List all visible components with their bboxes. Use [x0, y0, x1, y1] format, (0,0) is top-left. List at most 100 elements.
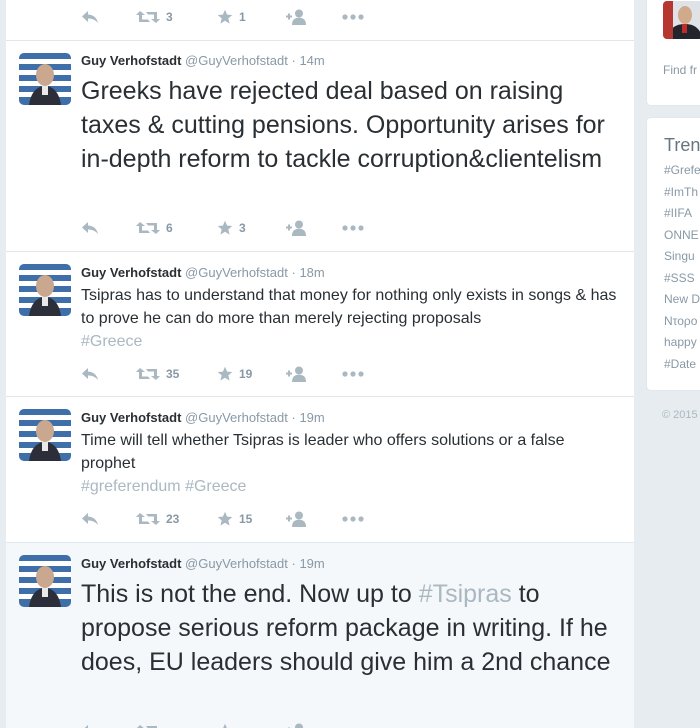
- trend-item[interactable]: #SSS: [664, 268, 700, 290]
- tweet-text: This is not the end. Now up to #Tsipras …: [81, 577, 622, 679]
- reply-button[interactable]: [81, 724, 136, 728]
- tweet-text-body: Time will tell whether Tsipras is leader…: [81, 432, 565, 472]
- reply-button[interactable]: [81, 10, 136, 24]
- author-handle[interactable]: @GuyVerhofstadt: [185, 53, 288, 68]
- tweet-header: Guy Verhofstadt @GuyVerhofstadt · 18m: [81, 264, 622, 281]
- trend-item[interactable]: happy: [664, 332, 700, 354]
- more-icon: [342, 224, 364, 232]
- trend-item[interactable]: #Date: [664, 354, 700, 376]
- reply-icon: [81, 367, 99, 381]
- tweet-header: Guy Verhofstadt @GuyVerhofstadt · 14m: [81, 52, 622, 69]
- separator-dot: ·: [291, 53, 296, 68]
- favorite-button[interactable]: [217, 723, 285, 728]
- hashtag-link[interactable]: #Tsipras: [419, 580, 512, 608]
- tweet-actions: [81, 721, 342, 728]
- tweet-text: Greeks have rejected deal based on raisi…: [81, 77, 605, 173]
- trend-item[interactable]: ONNE: [664, 225, 700, 247]
- tweet-timestamp[interactable]: 19m: [299, 410, 324, 425]
- reply-button[interactable]: [81, 221, 136, 235]
- tweet[interactable]: Guy Verhofstadt @GuyVerhofstadt · 18m Ts…: [6, 252, 634, 397]
- favorite-button[interactable]: 1: [217, 9, 285, 25]
- favorite-button[interactable]: 19: [217, 366, 285, 382]
- favorite-star-icon: [217, 723, 233, 728]
- separator-dot: ·: [291, 410, 296, 425]
- more-icon: [342, 13, 364, 21]
- who-to-follow-card: Find fr: [646, 0, 700, 106]
- reply-button[interactable]: [81, 512, 136, 526]
- reply-icon: [81, 512, 99, 526]
- trend-item[interactable]: Singu: [664, 246, 700, 268]
- author-handle[interactable]: @GuyVerhofstadt: [185, 556, 288, 571]
- suggested-user-avatar[interactable]: [663, 1, 700, 39]
- retweet-icon: [136, 367, 160, 381]
- retweet-button[interactable]: 35: [136, 367, 217, 381]
- tweet-content: Guy Verhofstadt @GuyVerhofstadt · 18m Ts…: [81, 264, 622, 353]
- hashtag-link[interactable]: #Greece: [185, 478, 246, 495]
- follow-button[interactable]: [285, 511, 342, 527]
- follow-button[interactable]: [285, 723, 342, 728]
- more-button[interactable]: [342, 224, 364, 232]
- author-name[interactable]: Guy Verhofstadt: [81, 53, 181, 68]
- author-handle[interactable]: @GuyVerhofstadt: [185, 410, 288, 425]
- trend-list: #Grefe #ImTh #IIFA ONNE Singu #SSS New D…: [664, 160, 700, 375]
- follow-button[interactable]: [285, 366, 342, 382]
- tweet-actions: 23 15: [81, 509, 364, 529]
- tweet[interactable]: Guy Verhofstadt @GuyVerhofstadt · 19m Th…: [6, 543, 634, 728]
- tweet-timestamp[interactable]: 19m: [299, 556, 324, 571]
- reply-icon: [81, 221, 99, 235]
- trend-item[interactable]: New D: [664, 289, 700, 311]
- avatar[interactable]: [19, 555, 71, 607]
- tweet-partial[interactable]: 3 1: [6, 0, 634, 41]
- trends-card: Tren #Grefe #ImTh #IIFA ONNE Singu #SSS …: [646, 117, 700, 391]
- favorite-button[interactable]: 15: [217, 511, 285, 527]
- tweet-text-before: This is not the end. Now up to: [81, 580, 419, 608]
- author-name[interactable]: Guy Verhofstadt: [81, 410, 181, 425]
- trend-item[interactable]: #IIFA: [664, 203, 700, 225]
- avatar[interactable]: [19, 409, 71, 461]
- author-name[interactable]: Guy Verhofstadt: [81, 265, 181, 280]
- retweet-icon: [136, 221, 160, 235]
- favorite-count: 15: [239, 512, 253, 526]
- tweet-content: Guy Verhofstadt @GuyVerhofstadt · 14m Gr…: [81, 52, 622, 176]
- more-button[interactable]: [342, 370, 364, 378]
- separator-dot: ·: [291, 265, 296, 280]
- follow-button[interactable]: [285, 220, 342, 236]
- trend-item[interactable]: #ImTh: [664, 182, 700, 204]
- avatar[interactable]: [19, 53, 71, 105]
- avatar[interactable]: [19, 264, 71, 316]
- trend-item[interactable]: Ντορο: [664, 311, 700, 333]
- hashtag-link[interactable]: #greferendum: [81, 478, 181, 495]
- tweet-timestamp[interactable]: 18m: [299, 265, 324, 280]
- more-button[interactable]: [342, 13, 364, 21]
- retweet-icon: [136, 724, 160, 728]
- follow-icon: [285, 9, 307, 25]
- trend-item[interactable]: #Grefe: [664, 160, 700, 182]
- retweet-count: 23: [166, 512, 180, 526]
- tweet-actions: 35 19: [81, 364, 364, 384]
- author-name[interactable]: Guy Verhofstadt: [81, 556, 181, 571]
- trends-title: Tren: [664, 135, 700, 155]
- retweet-button[interactable]: 6: [136, 221, 217, 235]
- tweet-timestamp[interactable]: 14m: [299, 53, 324, 68]
- retweet-button[interactable]: 23: [136, 512, 217, 526]
- reply-button[interactable]: [81, 367, 136, 381]
- author-handle[interactable]: @GuyVerhofstadt: [185, 265, 288, 280]
- favorite-count: 3: [239, 221, 246, 235]
- retweet-button[interactable]: [136, 724, 217, 728]
- hashtag-link[interactable]: #Greece: [81, 333, 142, 350]
- tweet[interactable]: Guy Verhofstadt @GuyVerhofstadt · 14m Gr…: [6, 41, 634, 252]
- retweet-count: 3: [166, 10, 173, 24]
- favorite-button[interactable]: 3: [217, 220, 285, 236]
- retweet-button[interactable]: 3: [136, 10, 217, 24]
- follow-button[interactable]: [285, 9, 342, 25]
- favorite-count: 1: [239, 10, 246, 24]
- tweet[interactable]: Guy Verhofstadt @GuyVerhofstadt · 19m Ti…: [6, 397, 634, 543]
- find-friends-link[interactable]: Find fr: [663, 63, 697, 77]
- tweet-content: Guy Verhofstadt @GuyVerhofstadt · 19m Th…: [81, 555, 622, 679]
- follow-icon: [285, 511, 307, 527]
- favorite-star-icon: [217, 511, 233, 527]
- retweet-icon: [136, 512, 160, 526]
- more-button[interactable]: [342, 515, 364, 523]
- separator-dot: ·: [291, 556, 296, 571]
- favorite-star-icon: [217, 9, 233, 25]
